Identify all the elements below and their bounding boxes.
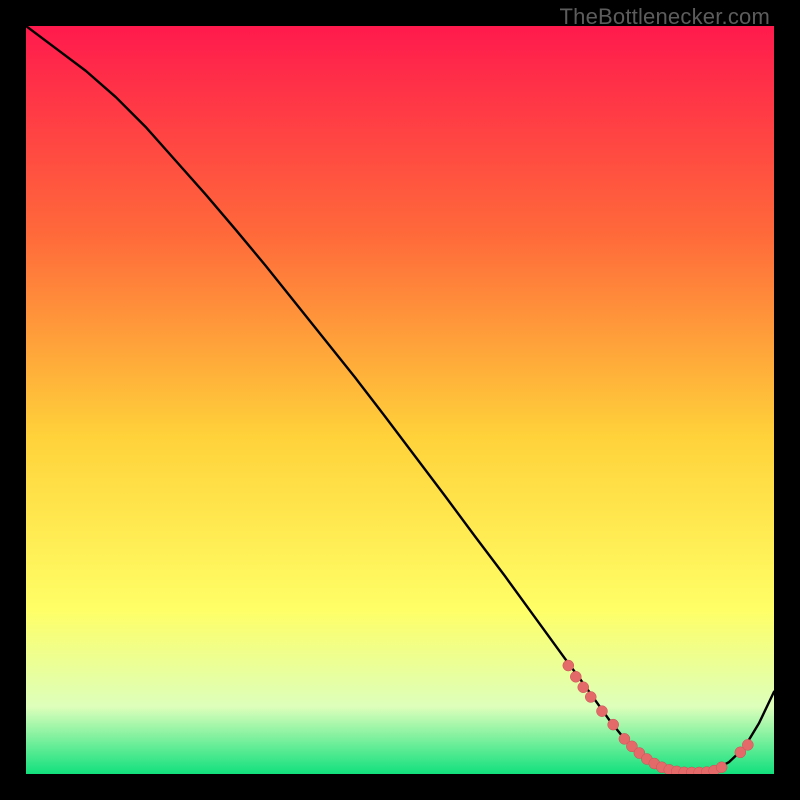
bottleneck-chart bbox=[26, 26, 774, 774]
data-dot bbox=[585, 691, 596, 702]
chart-frame bbox=[26, 26, 774, 774]
data-dot bbox=[563, 660, 574, 671]
gradient-background bbox=[26, 26, 774, 774]
data-dot bbox=[742, 739, 753, 750]
data-dot bbox=[716, 762, 727, 773]
data-dot bbox=[608, 719, 619, 730]
data-dot bbox=[570, 671, 581, 682]
data-dot bbox=[578, 682, 589, 693]
data-dot bbox=[596, 706, 607, 717]
watermark-text: TheBottlenecker.com bbox=[560, 4, 770, 30]
